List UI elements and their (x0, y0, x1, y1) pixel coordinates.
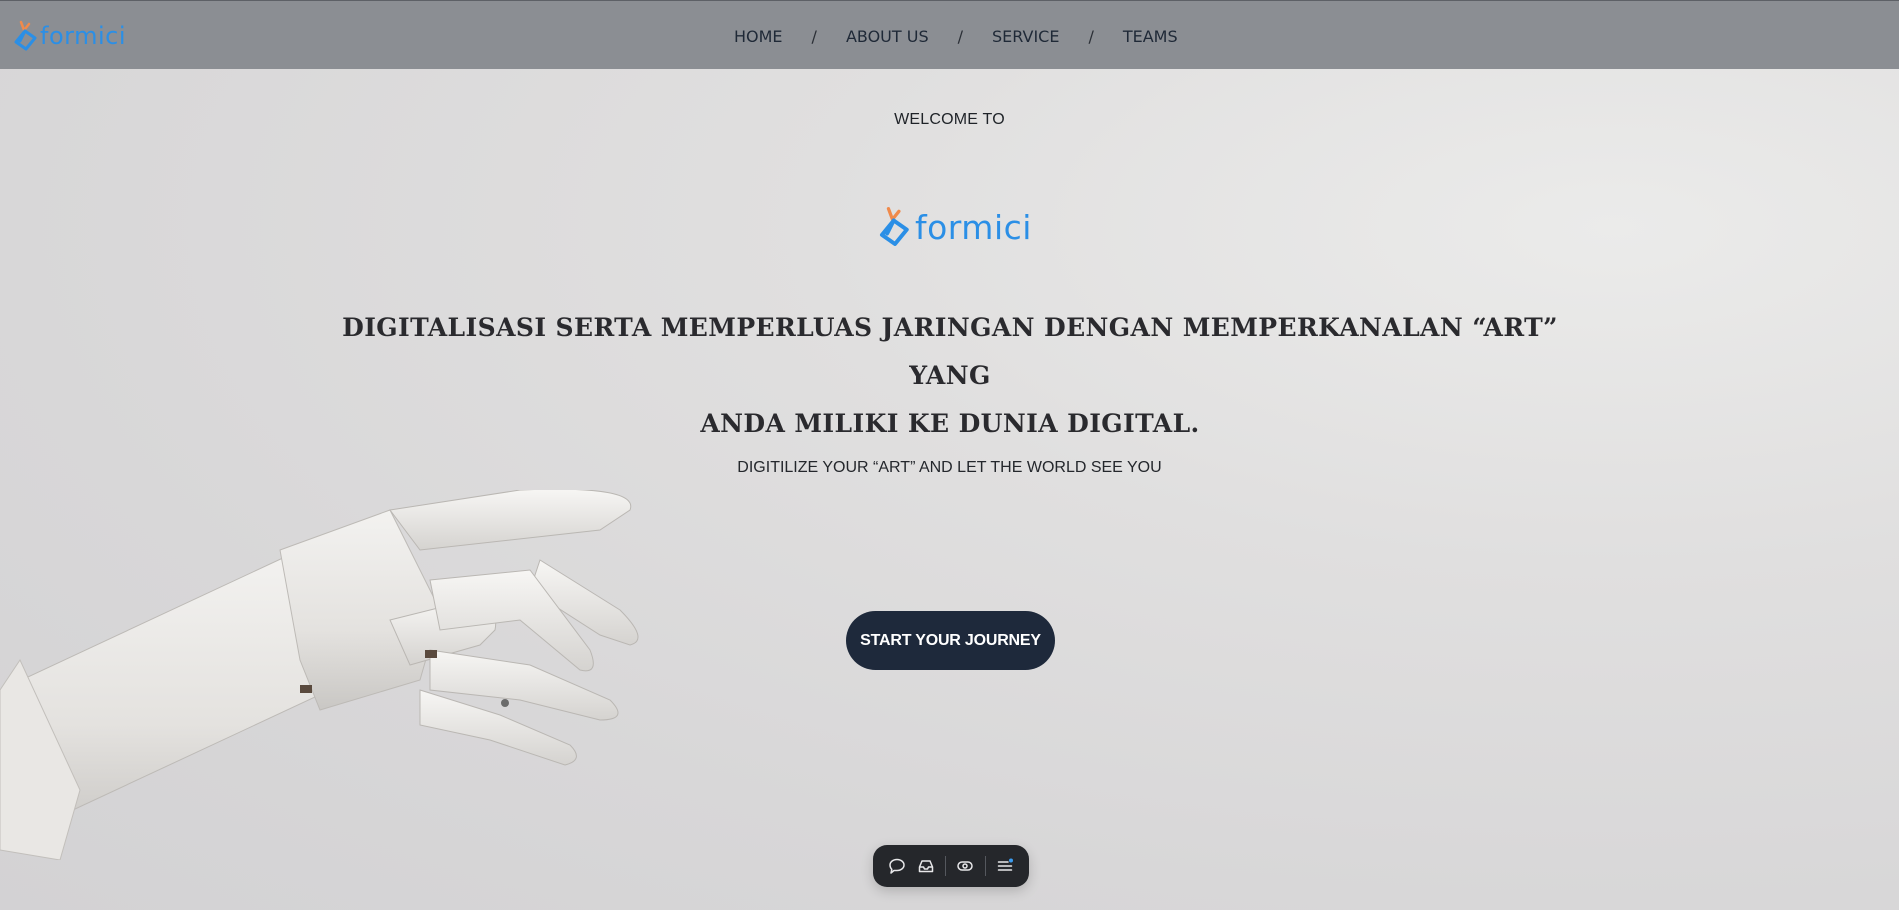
menu-icon[interactable] (991, 851, 1020, 881)
floating-toolbar (873, 845, 1029, 887)
hero-wordmark: formici (915, 207, 1032, 247)
headline-line-1: DIGITALISASI SERTA MEMPERLUAS JARINGAN D… (342, 313, 1558, 390)
toolbar-divider (945, 856, 947, 876)
nav-teams[interactable]: TEAMS (1123, 27, 1178, 46)
nav-service[interactable]: SERVICE (992, 27, 1059, 46)
logo-mark-icon (14, 20, 37, 51)
nav-about-us[interactable]: ABOUT US (846, 27, 929, 46)
brand-logo[interactable]: formici (13, 18, 126, 54)
logo-mark-icon (879, 207, 909, 246)
start-journey-button[interactable]: START YOUR JOURNEY (846, 611, 1055, 670)
nav-home[interactable]: HOME (734, 27, 783, 46)
toolbar-divider (984, 856, 986, 876)
hero-tagline: DIGITILIZE YOUR “ART” AND LET THE WORLD … (737, 459, 1162, 476)
brand-wordmark: formici (40, 22, 126, 50)
comment-icon[interactable] (883, 851, 912, 881)
headline-line-2: ANDA MILIKI KE DUNIA DIGITAL. (700, 409, 1200, 438)
inbox-icon[interactable] (912, 851, 941, 881)
top-navbar: formici HOME / ABOUT US / SERVICE / TEAM… (0, 0, 1899, 69)
hero-logo: formici (878, 200, 1032, 254)
robot-hand-image (0, 490, 639, 860)
hero-headline: DIGITALISASI SERTA MEMPERLUAS JARINGAN D… (330, 304, 1570, 448)
nav-separator: / (1088, 26, 1094, 46)
welcome-text: WELCOME TO (894, 111, 1005, 128)
main-nav: HOME / ABOUT US / SERVICE / TEAMS (734, 26, 1178, 46)
toggle-visibility-icon[interactable] (951, 851, 980, 881)
nav-separator: / (811, 26, 817, 46)
nav-separator: / (957, 26, 963, 46)
